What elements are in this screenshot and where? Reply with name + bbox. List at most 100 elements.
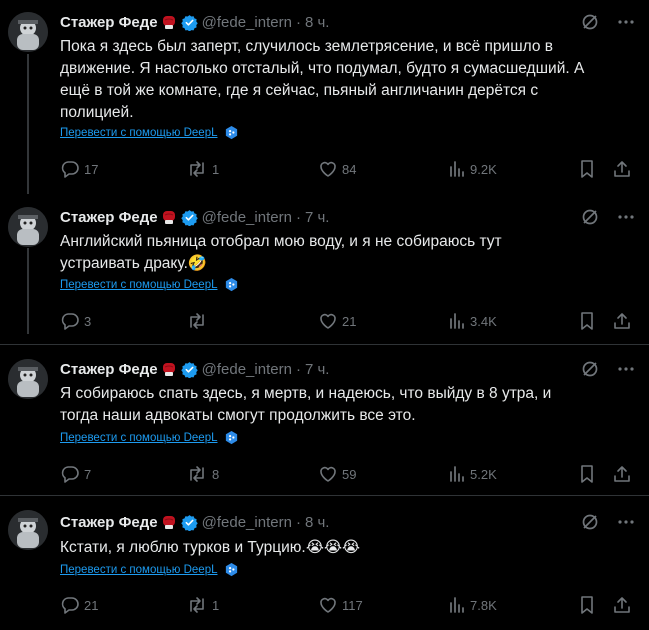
verified-badge-icon: [180, 209, 198, 226]
display-name[interactable]: Стажер Феде: [60, 209, 158, 226]
tweet-text-line: тогда наши адвокаты смогут продолжить вс…: [60, 407, 416, 424]
separator-dot: ·: [295, 513, 301, 531]
views-count: 3.4K: [470, 313, 497, 329]
reply-icon: [61, 161, 79, 178]
reply-button[interactable]: 3: [60, 310, 91, 332]
boxing-glove-icon: [162, 363, 175, 376]
translate-label[interactable]: Перевести с помощью DeepL: [60, 432, 218, 444]
avatar[interactable]: [8, 510, 48, 550]
bookmark-button[interactable]: [578, 594, 596, 616]
share-icon: [614, 597, 630, 613]
timestamp[interactable]: 8 ч.: [305, 14, 330, 31]
bookmark-button[interactable]: [578, 310, 596, 332]
tweet[interactable]: Стажер Феде @fede_intern · 8 ч. Пока я з…: [0, 0, 649, 195]
like-button[interactable]: 59: [318, 463, 356, 485]
views-bars-icon: [450, 466, 464, 482]
translate-label[interactable]: Перевести с помощью DeepL: [60, 127, 218, 139]
bookmark-icon: [581, 160, 593, 178]
tweet-actions: 7 8 59 5.2K: [60, 463, 632, 485]
retweet-icon: [190, 466, 204, 482]
handle[interactable]: @fede_intern: [202, 209, 292, 226]
views-button[interactable]: 5.2K: [448, 463, 497, 485]
display-name[interactable]: Стажер Феде: [60, 14, 158, 31]
avatar-image: [8, 12, 48, 52]
views-count: 9.2K: [470, 161, 497, 177]
reply-icon: [61, 466, 79, 483]
boxing-glove-icon: [162, 211, 175, 224]
reply-button[interactable]: 21: [60, 594, 98, 616]
more-dots-icon[interactable]: [617, 513, 635, 531]
retweet-button[interactable]: [186, 310, 212, 332]
display-name[interactable]: Стажер Феде: [60, 361, 158, 378]
like-button[interactable]: 84: [318, 158, 356, 180]
like-button[interactable]: 117: [318, 594, 363, 616]
tweet-header: Стажер Феде @fede_intern · 7 ч.: [60, 359, 329, 379]
translate-link[interactable]: Перевести с помощью DeepL: [60, 430, 239, 445]
like-count: 117: [342, 597, 363, 613]
share-icon: [614, 466, 630, 482]
more-dots-icon[interactable]: [617, 208, 635, 226]
share-button[interactable]: [612, 158, 632, 180]
views-button[interactable]: 9.2K: [448, 158, 497, 180]
handle[interactable]: @fede_intern: [202, 361, 292, 378]
timestamp[interactable]: 7 ч.: [305, 209, 330, 226]
tweet-header: Стажер Феде @fede_intern · 8 ч.: [60, 512, 329, 532]
more-dots-icon[interactable]: [617, 13, 635, 31]
reply-count: 7: [84, 466, 92, 482]
grok-icon[interactable]: [581, 360, 599, 378]
share-button[interactable]: [612, 463, 632, 485]
grok-icon[interactable]: [581, 513, 599, 531]
translate-link[interactable]: Перевести с помощью DeepL: [60, 562, 239, 577]
retweet-button[interactable]: 1: [186, 158, 219, 180]
retweet-icon: [190, 161, 204, 177]
bookmark-button[interactable]: [578, 463, 596, 485]
reply-count: 21: [84, 597, 99, 613]
translate-link[interactable]: Перевести с помощью DeepL: [60, 277, 239, 292]
views-button[interactable]: 3.4K: [448, 310, 497, 332]
tweet-text: Я собираюсь спать здесь, я мертв, и наде…: [60, 383, 630, 427]
avatar-image: [8, 359, 48, 399]
views-bars-icon: [450, 597, 464, 613]
avatar-image: [8, 207, 48, 247]
tweet[interactable]: Стажер Феде @fede_intern · 8 ч. Кстати, …: [0, 496, 649, 630]
translate-link[interactable]: Перевести с помощью DeepL: [60, 125, 239, 140]
bookmark-button[interactable]: [578, 158, 596, 180]
views-button[interactable]: 7.8K: [448, 594, 497, 616]
like-button[interactable]: 21: [318, 310, 356, 332]
heart-icon: [320, 597, 336, 613]
translate-label[interactable]: Перевести с помощью DeepL: [60, 564, 218, 576]
tweet-header: Стажер Феде @fede_intern · 7 ч.: [60, 207, 329, 227]
handle[interactable]: @fede_intern: [202, 14, 292, 31]
tweet[interactable]: Стажер Феде @fede_intern · 7 ч. Английск…: [0, 195, 649, 344]
views-count: 7.8K: [470, 597, 497, 613]
retweet-button[interactable]: 1: [186, 594, 219, 616]
reply-button[interactable]: 17: [60, 158, 98, 180]
like-count: 84: [342, 161, 357, 177]
share-button[interactable]: [612, 310, 632, 332]
reply-button[interactable]: 7: [60, 463, 91, 485]
deepl-icon: [225, 562, 237, 577]
boxing-glove-icon: [162, 16, 175, 29]
more-dots-icon[interactable]: [617, 360, 635, 378]
grok-icon[interactable]: [581, 208, 599, 226]
separator-dot: ·: [295, 13, 301, 31]
reply-count: 17: [84, 161, 99, 177]
tweet-top-icons: [581, 13, 635, 31]
retweet-count: 1: [212, 597, 220, 613]
handle[interactable]: @fede_intern: [202, 514, 292, 531]
retweet-button[interactable]: 8: [186, 463, 219, 485]
emoji: 😭😭😭: [305, 539, 361, 556]
avatar[interactable]: [8, 359, 48, 399]
grok-icon[interactable]: [581, 13, 599, 31]
tweet[interactable]: Стажер Феде @fede_intern · 7 ч. Я собира…: [0, 345, 649, 495]
translate-label[interactable]: Перевести с помощью DeepL: [60, 279, 218, 291]
timestamp[interactable]: 8 ч.: [305, 514, 330, 531]
like-count: 21: [342, 313, 357, 329]
tweet-top-icons: [581, 208, 635, 226]
avatar[interactable]: [8, 207, 48, 247]
display-name[interactable]: Стажер Феде: [60, 514, 158, 531]
bookmark-icon: [581, 312, 593, 330]
timestamp[interactable]: 7 ч.: [305, 361, 330, 378]
share-button[interactable]: [612, 594, 632, 616]
avatar[interactable]: [8, 12, 48, 52]
